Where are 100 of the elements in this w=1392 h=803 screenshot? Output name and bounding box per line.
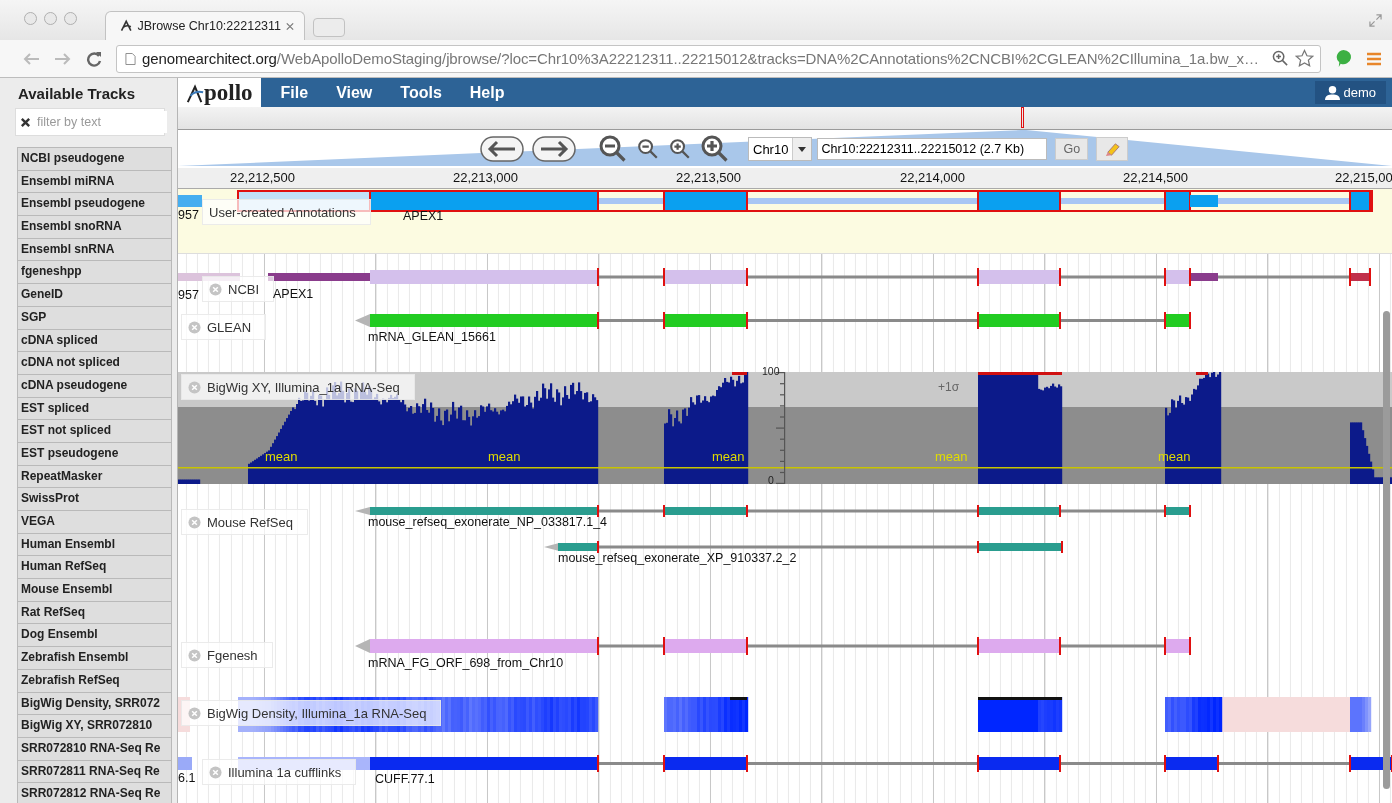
track-list-item[interactable]: RepeatMasker bbox=[17, 465, 172, 489]
track-list-item[interactable]: BigWig XY, SRR072810 bbox=[17, 715, 172, 738]
track-list-item[interactable]: Ensembl pseudogene bbox=[17, 193, 172, 217]
zoom-in-icon[interactable] bbox=[700, 134, 730, 164]
sigma-label: +1σ bbox=[938, 380, 960, 394]
user-button[interactable]: demo bbox=[1315, 81, 1386, 104]
track-list-item[interactable]: SRR072811 RNA-Seq Re bbox=[17, 760, 172, 784]
close-icon[interactable] bbox=[188, 380, 201, 394]
feature-label: mRNA_FG_ORF_698_from_Chr10 bbox=[368, 656, 564, 670]
track-list-item[interactable]: SRR072812 RNA-Seq Re bbox=[17, 783, 172, 803]
track-list-item[interactable]: cDNA pseudogene bbox=[17, 374, 172, 398]
zoom-icon[interactable] bbox=[1272, 50, 1289, 67]
zoom-in-icon[interactable] bbox=[668, 137, 692, 161]
track-list-item[interactable]: SGP bbox=[17, 306, 172, 330]
window-control-button[interactable] bbox=[64, 11, 77, 25]
track-name: User-created Annotations bbox=[209, 204, 356, 220]
track-list-item[interactable]: BigWig Density, SRR072 bbox=[17, 692, 172, 716]
track-list-item[interactable]: Dog Ensembl bbox=[17, 624, 172, 648]
close-icon[interactable] bbox=[209, 282, 222, 296]
back-icon[interactable] bbox=[22, 51, 40, 66]
feature-label: 957 bbox=[178, 208, 199, 222]
reload-icon[interactable] bbox=[86, 50, 102, 67]
ruler-label: 22,214,000 bbox=[900, 170, 966, 185]
pan-right-button[interactable] bbox=[532, 136, 576, 162]
highlight-button[interactable] bbox=[1096, 137, 1129, 161]
axis-label: 100 bbox=[762, 365, 780, 377]
feature-label: 6.1 bbox=[178, 771, 196, 785]
track-list-item[interactable]: SRR072810 RNA-Seq Re bbox=[17, 737, 172, 761]
filter-field[interactable]: filter by text bbox=[15, 108, 165, 136]
logo-icon bbox=[186, 84, 204, 104]
track-name: BigWig Density, Illumina_1a RNA-Seq bbox=[207, 705, 427, 721]
track-name: Mouse RefSeq bbox=[207, 514, 293, 530]
track-list-item[interactable]: Zebrafish Ensembl bbox=[17, 647, 172, 670]
go-button[interactable]: Go bbox=[1055, 138, 1089, 160]
track-list-item[interactable]: Zebrafish RefSeq bbox=[17, 669, 172, 693]
highlighter-icon bbox=[1103, 140, 1121, 158]
chromosome-select[interactable]: Chr10 bbox=[748, 137, 813, 161]
close-icon[interactable] bbox=[188, 515, 201, 529]
menu-item[interactable]: Help bbox=[455, 78, 519, 107]
track-list-item[interactable]: Ensembl snRNA bbox=[17, 238, 172, 262]
track-list-item[interactable]: Human Ensembl bbox=[17, 533, 172, 557]
mean-label: mean bbox=[712, 450, 745, 463]
close-icon[interactable] bbox=[286, 21, 294, 31]
track-list-item[interactable]: Rat RefSeq bbox=[17, 601, 172, 625]
feature-label: 957 bbox=[178, 288, 199, 302]
home-link[interactable]: pollo bbox=[178, 78, 261, 107]
track-name: Illumina 1a cufflinks bbox=[228, 764, 342, 780]
ruler-label: 22,212,500 bbox=[230, 170, 296, 185]
track-list-item[interactable]: EST spliced bbox=[17, 397, 172, 421]
fullscreen-icon[interactable] bbox=[1369, 14, 1382, 27]
new-tab-button[interactable] bbox=[313, 18, 345, 37]
ruler-label: 22,215,00 bbox=[1335, 170, 1392, 185]
close-icon[interactable] bbox=[188, 320, 201, 334]
track-list-item[interactable]: Ensembl snoRNA bbox=[17, 216, 172, 239]
ruler-label: 22,213,000 bbox=[453, 170, 519, 185]
track-list-item[interactable]: GeneID bbox=[17, 284, 172, 307]
feature-label: CUFF.77.1 bbox=[375, 772, 435, 786]
track-list-item[interactable]: EST pseudogene bbox=[17, 442, 172, 466]
track-list-item[interactable]: EST not spliced bbox=[17, 420, 172, 443]
person-icon bbox=[1325, 85, 1341, 100]
track-list-item[interactable]: Human RefSeq bbox=[17, 556, 172, 580]
window-control-button[interactable] bbox=[24, 11, 37, 25]
feature-label: APEX1 bbox=[403, 209, 444, 223]
scrollbar[interactable] bbox=[1383, 311, 1390, 789]
address-field[interactable]: genomearchitect.org/WebApolloDemoStaging/jbrowse/?loc=Chr10%3A22212311..22215012&tracks=DNA%2CAnnotations%2CNCBI%2CGLEAN%2CIllumina_1a.bw_x… bbox=[116, 44, 1321, 73]
logo-icon bbox=[120, 19, 133, 33]
mean-label: mean bbox=[265, 450, 298, 463]
feature-label: APEX1 bbox=[273, 287, 314, 301]
clear-icon[interactable] bbox=[20, 116, 31, 128]
menu-item[interactable]: File bbox=[266, 78, 323, 107]
track-list-item[interactable]: VEGA bbox=[17, 511, 172, 534]
filter-input[interactable]: filter by text bbox=[35, 111, 167, 133]
star-icon[interactable] bbox=[1295, 49, 1314, 68]
menu-item[interactable]: Tools bbox=[386, 78, 456, 107]
pan-left-button[interactable] bbox=[480, 136, 524, 162]
track-list-item[interactable]: Mouse Ensembl bbox=[17, 579, 172, 602]
track-list-item[interactable]: NCBI pseudogene bbox=[17, 147, 172, 171]
close-icon[interactable] bbox=[188, 706, 201, 720]
track-list-item[interactable]: fgeneshpp bbox=[17, 261, 172, 285]
zoom-out-icon[interactable] bbox=[636, 137, 660, 161]
location-field[interactable]: Chr10:22212311..22215012 (2.7 Kb) bbox=[817, 138, 1048, 160]
track-name: GLEAN bbox=[207, 319, 252, 335]
track-list-item[interactable]: cDNA spliced bbox=[17, 329, 172, 353]
browser-tab[interactable]: JBrowse Chr10:22212311 bbox=[105, 11, 305, 40]
track-list-item[interactable]: cDNA not spliced bbox=[17, 352, 172, 375]
forward-icon[interactable] bbox=[54, 51, 72, 66]
track-list-item[interactable]: Ensembl miRNA bbox=[17, 170, 172, 194]
window-control-button[interactable] bbox=[44, 11, 57, 25]
ruler-label: 22,213,500 bbox=[676, 170, 742, 185]
track-list-item[interactable]: SwissProt bbox=[17, 488, 172, 511]
menu-item[interactable]: View bbox=[322, 78, 387, 107]
track-name: BigWig XY, Illumina_1a RNA-Seq bbox=[207, 379, 400, 395]
close-icon[interactable] bbox=[209, 765, 222, 779]
speech-bubble-icon[interactable] bbox=[1335, 49, 1352, 68]
location-marker[interactable] bbox=[1021, 107, 1024, 128]
mean-label: mean bbox=[935, 450, 968, 463]
caret-icon bbox=[798, 146, 807, 152]
close-icon[interactable] bbox=[188, 648, 201, 662]
zoom-out-icon[interactable] bbox=[598, 134, 628, 164]
menu-icon[interactable] bbox=[1366, 51, 1382, 66]
